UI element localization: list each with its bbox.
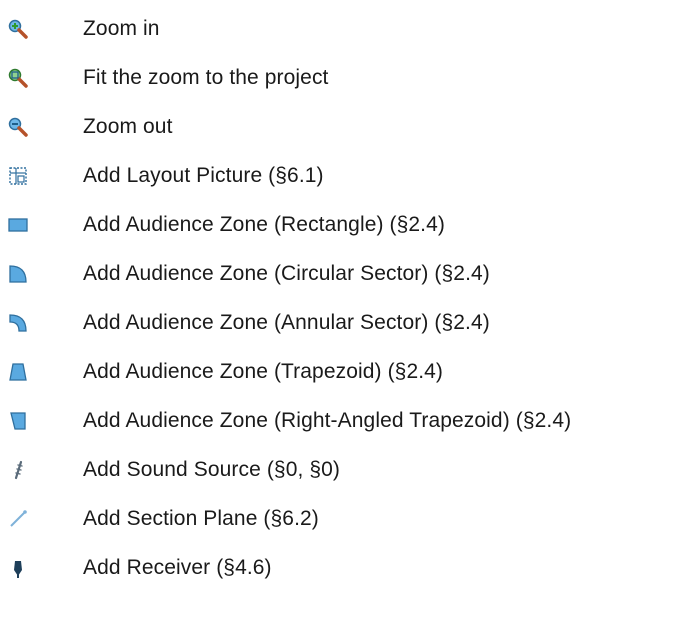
rectangle-zone-icon	[7, 214, 29, 236]
legend-item-sound-source: Add Sound Source (§0, §0)	[0, 450, 694, 490]
legend-label: Add Audience Zone (Rectangle) (§2.4)	[83, 213, 445, 236]
legend-item-receiver: Add Receiver (§4.6)	[0, 548, 694, 588]
zoom-in-icon	[7, 18, 29, 40]
legend-item-rectangle-zone: Add Audience Zone (Rectangle) (§2.4)	[0, 205, 694, 245]
section-plane-icon	[7, 508, 29, 530]
legend-label: Add Sound Source (§0, §0)	[83, 458, 341, 481]
sound-source-icon	[7, 459, 29, 481]
circular-sector-zone-icon	[7, 263, 29, 285]
legend-label: Zoom out	[83, 115, 173, 138]
annular-sector-zone-icon	[7, 312, 29, 334]
legend-label: Add Audience Zone (Annular Sector) (§2.4…	[83, 311, 490, 334]
legend-item-circular-sector-zone: Add Audience Zone (Circular Sector) (§2.…	[0, 254, 694, 294]
legend-item-layout-picture: Add Layout Picture (§6.1)	[0, 156, 694, 196]
trapezoid-zone-icon	[7, 361, 29, 383]
legend-label: Add Audience Zone (Trapezoid) (§2.4)	[83, 360, 444, 383]
legend-item-zoom-fit: Fit the zoom to the project	[0, 58, 694, 98]
layout-picture-icon	[7, 165, 29, 187]
legend-label: Add Receiver (§4.6)	[83, 556, 272, 579]
legend-label: Add Audience Zone (Circular Sector) (§2.…	[83, 262, 490, 285]
right-angled-trapezoid-zone-icon	[7, 410, 29, 432]
zoom-out-icon	[7, 116, 29, 138]
legend-label: Add Layout Picture (§6.1)	[83, 164, 324, 187]
legend-label: Add Audience Zone (Right-Angled Trapezoi…	[83, 409, 572, 432]
legend-label: Zoom in	[83, 17, 160, 40]
legend-item-trapezoid-zone: Add Audience Zone (Trapezoid) (§2.4)	[0, 352, 694, 392]
legend-item-section-plane: Add Section Plane (§6.2)	[0, 499, 694, 539]
legend-label: Add Section Plane (§6.2)	[83, 507, 319, 530]
legend-item-zoom-out: Zoom out	[0, 107, 694, 147]
zoom-fit-icon	[7, 67, 29, 89]
legend-item-right-angled-trapezoid-zone: Add Audience Zone (Right-Angled Trapezoi…	[0, 401, 694, 441]
legend-label: Fit the zoom to the project	[83, 66, 329, 89]
legend-item-annular-sector-zone: Add Audience Zone (Annular Sector) (§2.4…	[0, 303, 694, 343]
legend-item-zoom-in: Zoom in	[0, 9, 694, 49]
receiver-icon	[7, 557, 29, 579]
